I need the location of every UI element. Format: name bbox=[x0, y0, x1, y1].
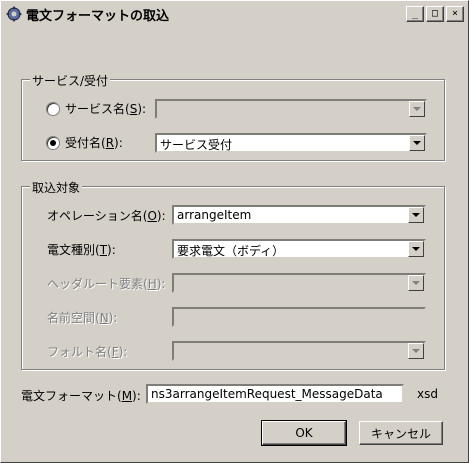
chevron-down-icon[interactable] bbox=[409, 135, 425, 151]
chevron-down-icon[interactable] bbox=[408, 275, 424, 291]
service-name-combo[interactable] bbox=[155, 99, 427, 119]
reception-name-combo[interactable]: サービス受付 bbox=[155, 133, 427, 153]
message-format-label: 電文フォーマット(M): bbox=[21, 389, 141, 403]
message-type-value: 要求電文（ボディ） bbox=[177, 244, 285, 258]
fault-name-combo[interactable] bbox=[172, 341, 426, 361]
namespace-label: 名前空間(N): bbox=[47, 311, 118, 325]
cancel-button[interactable]: キャンセル bbox=[359, 421, 443, 445]
close-button[interactable]: × bbox=[446, 6, 464, 22]
app-gear-icon bbox=[6, 6, 22, 22]
chevron-down-icon[interactable] bbox=[409, 101, 425, 117]
message-type-label: 電文種別(T): bbox=[47, 243, 116, 257]
message-type-combo[interactable]: 要求電文（ボディ） bbox=[172, 239, 426, 259]
header-root-combo[interactable] bbox=[172, 273, 426, 293]
service-reception-legend: サービス/受付 bbox=[30, 72, 111, 89]
maximize-button[interactable]: □ bbox=[426, 6, 444, 22]
reception-name-value: サービス受付 bbox=[160, 138, 233, 152]
fault-name-label: フォルト名(F): bbox=[47, 345, 128, 359]
chevron-down-icon[interactable] bbox=[408, 241, 424, 257]
service-name-label: サービス名(S): bbox=[65, 102, 147, 116]
window-title: 電文フォーマットの取込 bbox=[26, 8, 170, 24]
operation-name-combo[interactable]: arrangeItem bbox=[172, 205, 426, 225]
namespace-field[interactable] bbox=[172, 307, 426, 327]
minimize-button[interactable]: _ bbox=[406, 6, 424, 22]
dialog-window: 電文フォーマットの取込 _ □ × サービス/受付 サービス名(S): 受付名(… bbox=[0, 0, 469, 463]
service-name-radio[interactable] bbox=[46, 102, 60, 116]
reception-name-radio[interactable] bbox=[46, 136, 60, 150]
format-extension-label: xsd bbox=[417, 387, 438, 401]
import-target-legend: 取込対象 bbox=[30, 179, 83, 196]
header-root-label: ヘッダルート要素(H): bbox=[47, 277, 166, 291]
chevron-down-icon[interactable] bbox=[408, 343, 424, 359]
message-format-field[interactable]: ns3arrangeItemRequest_MessageData bbox=[146, 384, 404, 404]
reception-name-label: 受付名(R): bbox=[65, 136, 123, 150]
chevron-down-icon[interactable] bbox=[408, 207, 424, 223]
ok-button[interactable]: OK bbox=[261, 420, 347, 446]
operation-name-label: オペレーション名(O): bbox=[47, 209, 166, 223]
operation-name-value: arrangeItem bbox=[177, 208, 252, 222]
title-bar[interactable]: 電文フォーマットの取込 _ □ × bbox=[3, 3, 466, 25]
message-format-value: ns3arrangeItemRequest_MessageData bbox=[151, 387, 383, 401]
